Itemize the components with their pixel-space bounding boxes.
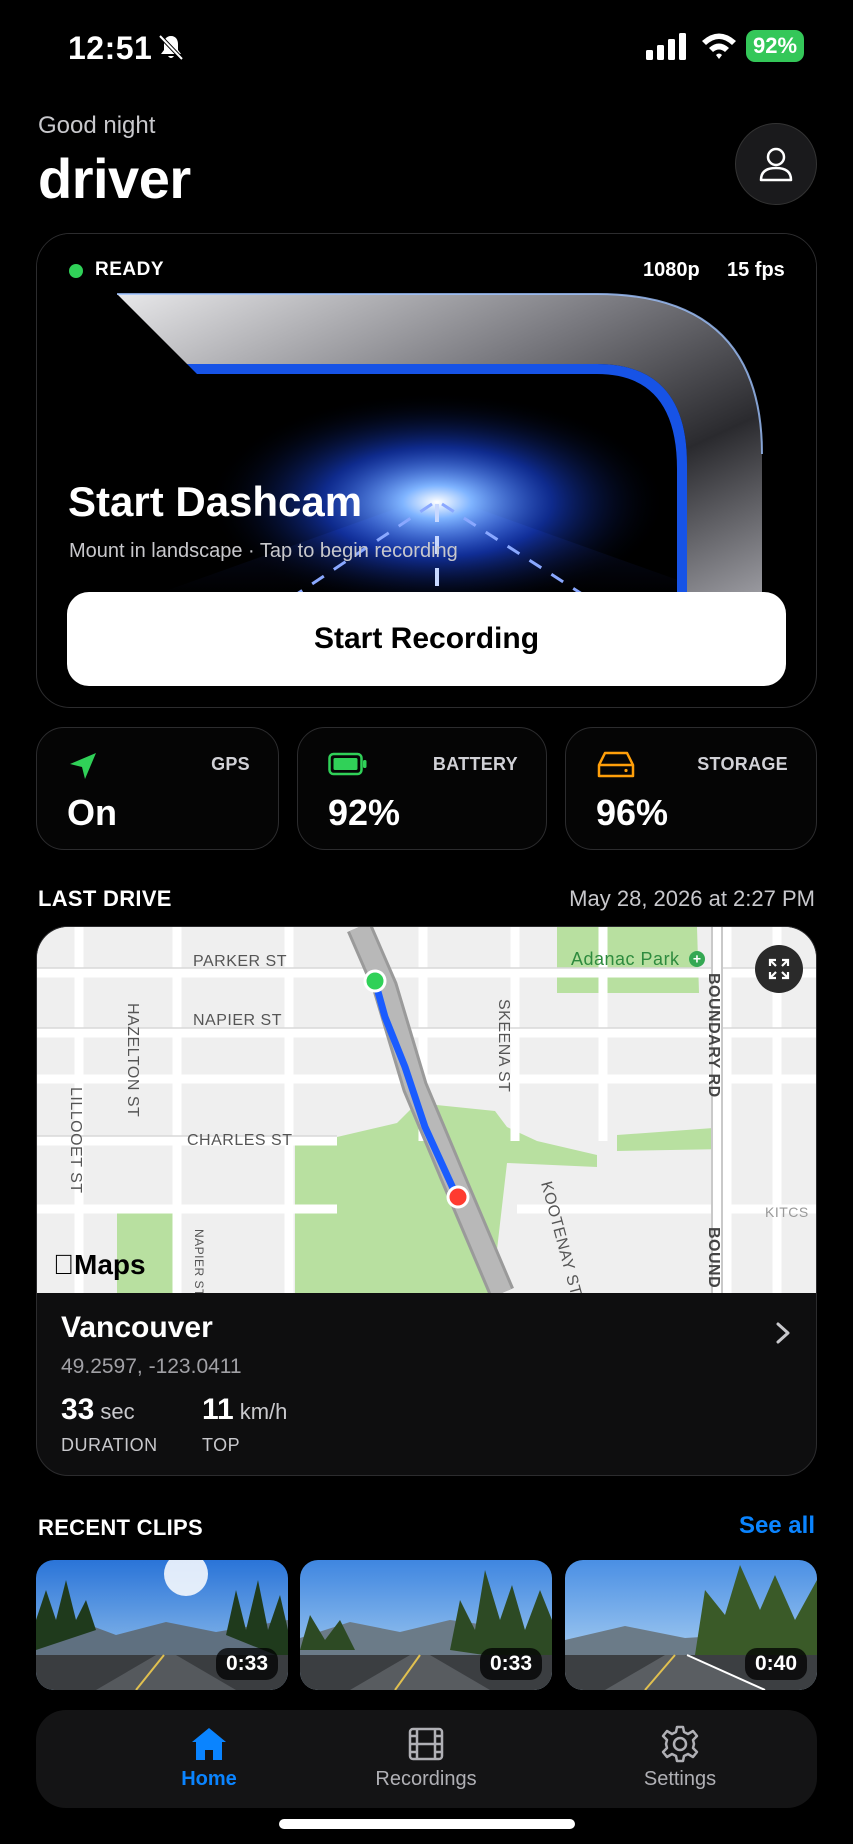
battery-value: 92% [328, 792, 401, 833]
profile-button[interactable] [735, 123, 817, 205]
duration-metric: 33 sec [61, 1393, 135, 1426]
tab-settings-label: Settings [643, 1768, 717, 1790]
storage-stat-card[interactable]: STORAGE 96% [565, 727, 817, 850]
tab-recordings-label: Recordings [375, 1768, 477, 1790]
ready-status-label: READY [95, 259, 165, 280]
top-speed-label: TOP [202, 1435, 241, 1455]
chevron-right-icon[interactable] [771, 1319, 795, 1347]
expand-map-button[interactable] [755, 945, 803, 993]
battery-stat-card[interactable]: BATTERY 92% [297, 727, 547, 850]
duration-label: DURATION [61, 1435, 158, 1455]
drive-coordinates: 49.2597, -123.0411 [61, 1355, 242, 1378]
route-map[interactable]: + [37, 927, 817, 1293]
battery-label: BATTERY [432, 754, 518, 774]
resolution-label: 1080p [643, 259, 700, 281]
gear-icon [661, 1725, 699, 1763]
hero-subtitle: Mount in landscape · Tap to begin record… [69, 540, 458, 562]
navigation-arrow-icon [70, 753, 96, 779]
gps-label: GPS [211, 754, 250, 774]
username: driver [38, 147, 191, 210]
see-all-link[interactable]: See all [739, 1512, 815, 1540]
battery-icon [328, 752, 367, 776]
home-icon [192, 1728, 226, 1760]
tab-home[interactable]: Home [109, 1710, 309, 1808]
drive-city: Vancouver [61, 1311, 213, 1344]
dashcam-hero-card[interactable]: READY 1080p 15 fps Start Dashcam Mount i… [36, 233, 817, 708]
recent-clips-heading: RECENT CLIPS [38, 1515, 203, 1540]
hero-title: Start Dashcam [68, 478, 363, 525]
apple-logo-icon:  [53, 1249, 74, 1280]
maps-attribution: Maps [53, 1249, 146, 1280]
home-indicator [279, 1819, 575, 1829]
tab-bar: Home Recordings Settings [36, 1710, 817, 1808]
last-drive-card[interactable]: + PARKER ST NAPIER ST CHARLES ST HAZELTO… [36, 926, 817, 1476]
status-bar: 12:51 92% [0, 0, 853, 95]
wifi-icon [702, 33, 736, 59]
greeting: Good night [38, 112, 156, 139]
svg-text:+: + [693, 951, 701, 967]
tab-settings[interactable]: Settings [580, 1710, 780, 1808]
clip-duration: 0:33 [215, 1648, 278, 1680]
clip-duration: 0:40 [744, 1648, 807, 1680]
clip-thumbnail[interactable]: 0:33 [36, 1560, 288, 1690]
last-drive-date: May 28, 2026 at 2:27 PM [569, 886, 815, 911]
film-icon [408, 1727, 444, 1761]
person-icon [759, 147, 793, 182]
fps-label: 15 fps [727, 259, 785, 281]
ready-status-dot [69, 264, 83, 278]
start-recording-button[interactable]: Start Recording [67, 592, 786, 686]
storage-value: 96% [596, 792, 669, 833]
battery-indicator: 92% [746, 30, 804, 62]
cellular-signal-icon [646, 33, 686, 60]
storage-label: STORAGE [697, 754, 788, 774]
gps-value: On [67, 792, 117, 833]
clip-duration: 0:33 [479, 1648, 542, 1680]
expand-icon [768, 958, 790, 980]
tab-home-label: Home [181, 1768, 237, 1790]
status-time: 12:51 [68, 30, 153, 66]
drive-icon [597, 751, 635, 778]
top-speed-metric: 11 km/h [202, 1393, 288, 1426]
gps-stat-card[interactable]: GPS On [36, 727, 279, 850]
clip-thumbnail[interactable]: 0:40 [565, 1560, 817, 1690]
last-drive-heading: LAST DRIVE [38, 886, 172, 911]
tab-recordings[interactable]: Recordings [326, 1710, 526, 1808]
clip-thumbnail[interactable]: 0:33 [300, 1560, 552, 1690]
bell-off-icon [158, 34, 184, 61]
